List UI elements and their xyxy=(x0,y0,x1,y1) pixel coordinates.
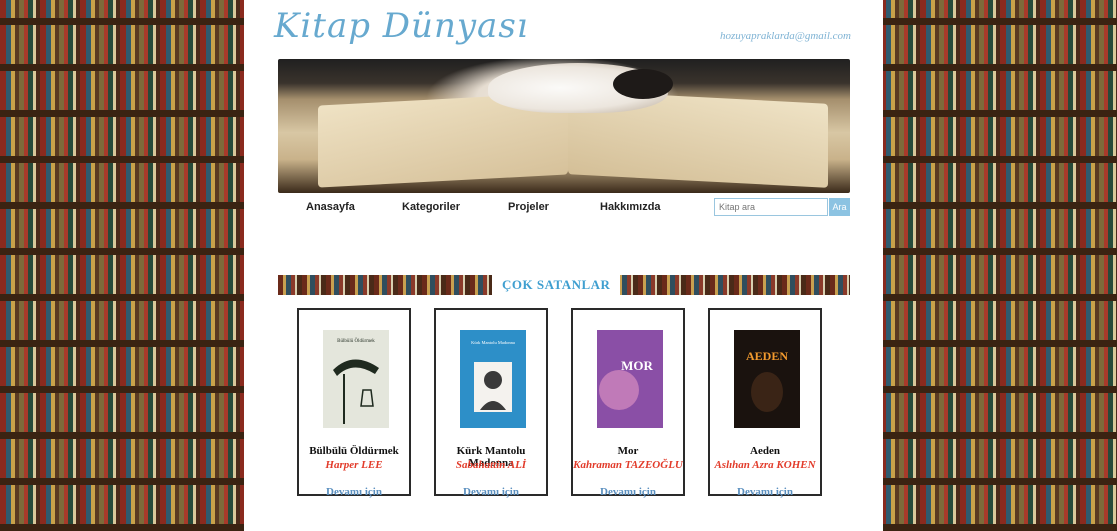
site-logo[interactable]: Kitap Dünyası xyxy=(274,6,529,46)
read-more-link[interactable]: Devamı için xyxy=(710,486,820,498)
contact-email[interactable]: hozuyapraklarda@gmail.com xyxy=(720,30,851,42)
book-title: Mor xyxy=(617,445,639,457)
book-title: Aeden xyxy=(750,445,780,457)
cover-figure xyxy=(599,370,639,410)
section-title: ÇOK SATANLAR xyxy=(492,275,621,295)
cover-title-text: Bülbülü Öldürmek xyxy=(337,338,375,344)
book-author: Kahraman TAZEOĞLU xyxy=(573,459,683,471)
cover-figure xyxy=(751,372,783,412)
search-input[interactable] xyxy=(714,198,828,216)
book-card[interactable]: Bülbülü Öldürmek Bülbülü Öldürmek Harper… xyxy=(297,308,411,498)
hero-cat-patch xyxy=(613,69,673,99)
book-cover-image: MOR xyxy=(597,330,663,428)
search-button[interactable]: Ara xyxy=(829,198,850,216)
nav-item-projeler[interactable]: Projeler xyxy=(508,201,549,213)
book-author: Harper LEE xyxy=(325,459,383,471)
nav-item-kategoriler[interactable]: Kategoriler xyxy=(402,201,460,213)
book-cover-image: AEDEN xyxy=(734,330,800,428)
cover-bg xyxy=(323,330,389,428)
read-more-link[interactable]: Devamı için xyxy=(573,486,683,498)
book-author: Aslıhan Azra KOHEN xyxy=(714,459,816,471)
read-more-link[interactable]: Devamı için xyxy=(436,486,546,498)
read-more-link[interactable]: Devamı için xyxy=(299,486,409,498)
cover-title-text: MOR xyxy=(621,358,653,373)
book-title: Bülbülü Öldürmek xyxy=(309,445,399,457)
cover-title-text: AEDEN xyxy=(746,349,788,363)
nav-item-hakkimizda[interactable]: Hakkımızda xyxy=(600,201,661,213)
tree-trunk xyxy=(343,374,345,424)
main-navigation: Anasayfa Kategoriler Projeler Hakkımızda… xyxy=(278,198,850,220)
book-author: Sabahattin ALİ xyxy=(455,459,527,471)
book-cover-image: Bülbülü Öldürmek xyxy=(323,330,389,428)
nav-item-anasayfa[interactable]: Anasayfa xyxy=(306,201,355,213)
main-page: Kitap Dünyası hozuyapraklarda@gmail.com … xyxy=(244,0,883,531)
bestsellers-banner: ÇOK SATANLAR xyxy=(278,275,850,295)
book-card[interactable]: MOR Mor Kahraman TAZEOĞLU Devamı için xyxy=(571,308,685,498)
book-cover-image: Kürk Mantolu Madonna xyxy=(460,330,526,428)
book-card[interactable]: Kürk Mantolu Madonna Kürk Mantolu Madonn… xyxy=(434,308,548,498)
hero-banner-image xyxy=(278,59,850,193)
cover-title-text: Kürk Mantolu Madonna xyxy=(471,340,515,345)
book-card[interactable]: AEDEN Aeden Aslıhan Azra KOHEN Devamı iç… xyxy=(708,308,822,498)
portrait-icon xyxy=(484,371,502,389)
